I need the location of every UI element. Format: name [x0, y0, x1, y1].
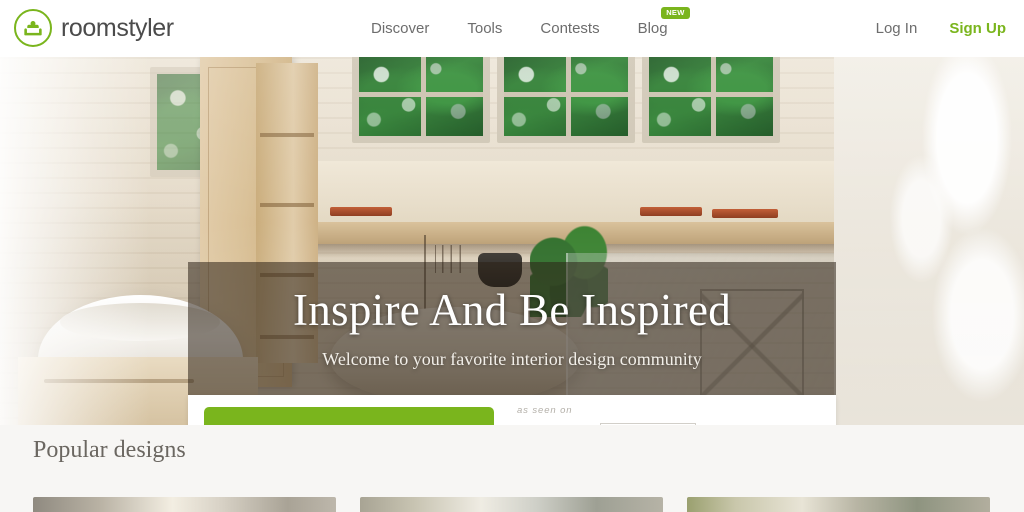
hero-section: Inspire And Be Inspired Welcome to your …	[0, 57, 1024, 425]
nav-label-contests: Contests	[540, 20, 600, 37]
press-mentions: as seen on Telegraph Million Dollar Deco…	[515, 401, 825, 425]
new-badge: NEW	[661, 7, 690, 19]
armchair-icon	[14, 9, 52, 47]
hero-subtitle: Welcome to your favorite interior design…	[322, 349, 702, 369]
nav-item-contests[interactable]: Contests	[521, 0, 618, 57]
million-dollar-decorating-logo: Million Dollar Decorating with Jamie Dra…	[600, 423, 697, 425]
brand-name: roomstyler	[61, 13, 174, 42]
nav-label-tools: Tools	[467, 20, 503, 37]
hero-action-panel: Join Now as seen on Telegraph Million Do…	[188, 395, 836, 425]
nav-label-discover: Discover	[371, 20, 430, 37]
nav-label-blog: Blog	[637, 20, 668, 37]
hero-overlay-card: Inspire And Be Inspired Welcome to your …	[188, 262, 836, 425]
popular-designs-title: Popular designs	[33, 437, 186, 463]
design-card-1[interactable]	[33, 497, 336, 512]
signup-link[interactable]: Sign Up	[935, 0, 1010, 57]
auth-navigation: Log In Sign Up	[858, 0, 1010, 57]
join-now-button[interactable]: Join Now	[204, 407, 494, 425]
login-link[interactable]: Log In	[858, 0, 936, 57]
site-header: roomstyler Discover Tools Contests Blog …	[0, 0, 1024, 57]
design-card-3[interactable]	[687, 497, 990, 512]
nav-item-discover[interactable]: Discover	[352, 0, 448, 57]
hero-message-panel: Inspire And Be Inspired Welcome to your …	[188, 262, 836, 395]
nav-item-tools[interactable]: Tools	[448, 0, 521, 57]
press-label: as seen on	[517, 405, 573, 416]
sunday-times-logo: ⚔ THE SUNDAY TIMES	[712, 424, 817, 425]
main-navigation: Discover Tools Contests Blog NEW	[352, 0, 690, 57]
popular-designs-grid	[33, 497, 991, 512]
press-logo-list: Telegraph Million Dollar Decorating with…	[515, 416, 825, 425]
design-card-2[interactable]	[360, 497, 663, 512]
nav-item-blog[interactable]: Blog NEW	[619, 0, 690, 57]
hero-title: Inspire And Be Inspired	[292, 285, 732, 335]
brand-logo[interactable]: roomstyler	[14, 9, 174, 47]
